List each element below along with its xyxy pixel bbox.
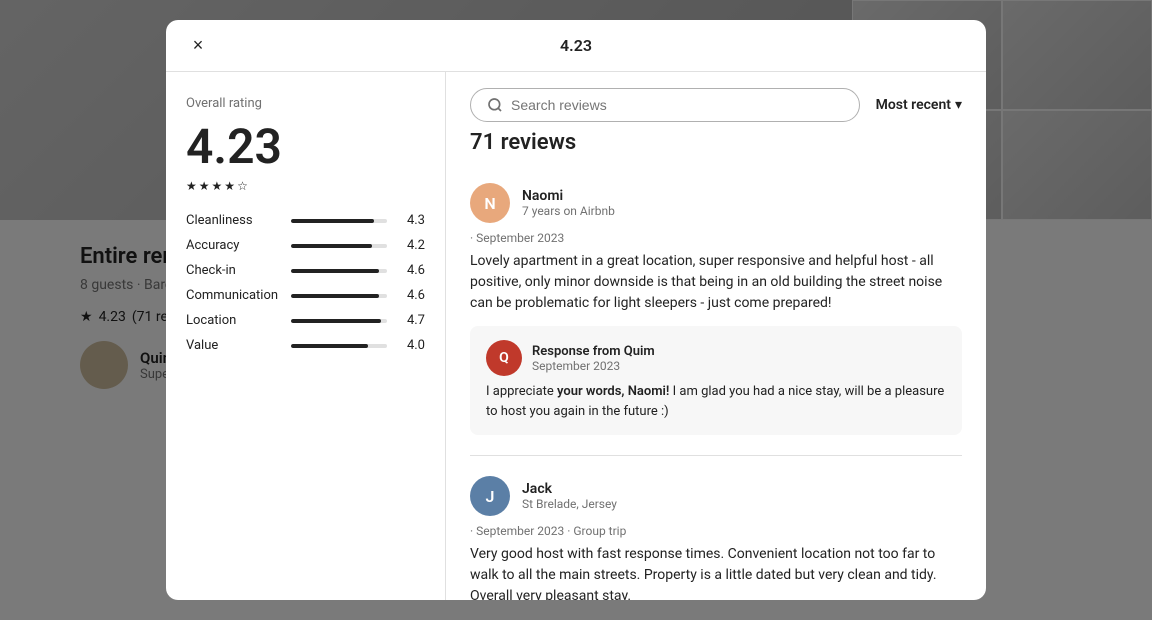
response-avatar-naomi: Q	[486, 340, 522, 376]
rating-bars: Cleanliness 4.3 Accuracy 4.2 Check-in 4.…	[186, 213, 425, 353]
reviewer-avatar-jack: J	[470, 476, 510, 516]
bar-fill-cleanliness	[291, 219, 374, 223]
search-wrapper	[470, 88, 860, 122]
overall-rating-label: Overall rating	[186, 96, 425, 111]
rating-panel: Overall rating 4.23 ★ ★ ★ ★ ☆ Cleanlines…	[166, 72, 446, 600]
response-date-naomi: September 2023	[532, 359, 655, 373]
reviews-list: N Naomi 7 years on Airbnb · September 20…	[446, 163, 986, 600]
modal-body: Overall rating 4.23 ★ ★ ★ ★ ☆ Cleanlines…	[166, 72, 986, 600]
rating-label-cleanliness: Cleanliness	[186, 213, 281, 228]
reviewer-info-naomi: Naomi 7 years on Airbnb	[522, 188, 962, 218]
reviewer-name-jack: Jack	[522, 481, 962, 497]
bar-fill-communication	[291, 294, 379, 298]
rating-score-value: 4.0	[397, 338, 425, 353]
rating-score-check-in: 4.6	[397, 263, 425, 278]
rating-score-communication: 4.6	[397, 288, 425, 303]
rating-score-location: 4.7	[397, 313, 425, 328]
reviewer-header-jack: J Jack St Brelade, Jersey	[470, 476, 962, 516]
sort-control[interactable]: Most recent ▾	[876, 97, 962, 113]
rating-row-location: Location 4.7	[186, 313, 425, 328]
reviews-count-number: 71 reviews	[470, 130, 576, 155]
reviews-count-label: 71 reviews	[446, 126, 986, 163]
reviews-modal: × 4.23 Overall rating 4.23 ★ ★ ★ ★ ☆ Cle…	[166, 20, 986, 600]
rating-label-communication: Communication	[186, 288, 281, 303]
search-input[interactable]	[511, 97, 843, 113]
sort-arrow-icon: ▾	[955, 97, 962, 113]
search-icon	[487, 97, 503, 113]
response-name-naomi: Response from Quim	[532, 344, 655, 359]
modal-header: × 4.23	[166, 20, 986, 72]
rating-label-accuracy: Accuracy	[186, 238, 281, 253]
review-item-naomi: N Naomi 7 years on Airbnb · September 20…	[470, 163, 962, 456]
bar-fill-accuracy	[291, 244, 372, 248]
rating-row-communication: Communication 4.6	[186, 288, 425, 303]
close-button[interactable]: ×	[182, 30, 214, 62]
rating-label-check-in: Check-in	[186, 263, 281, 278]
reviewer-info-jack: Jack St Brelade, Jersey	[522, 481, 962, 511]
sort-label: Most recent	[876, 97, 951, 113]
review-text-naomi: Lovely apartment in a great location, su…	[470, 251, 962, 314]
modal-overlay: × 4.23 Overall rating 4.23 ★ ★ ★ ★ ☆ Cle…	[0, 0, 1152, 620]
bar-track-check-in	[291, 269, 387, 273]
rating-row-accuracy: Accuracy 4.2	[186, 238, 425, 253]
response-block-naomi: Q Response from Quim September 2023 I ap…	[470, 326, 962, 435]
star-4: ★	[224, 179, 235, 193]
rating-row-check-in: Check-in 4.6	[186, 263, 425, 278]
bar-track-cleanliness	[291, 219, 387, 223]
star-2: ★	[199, 179, 210, 193]
review-date-naomi: · September 2023	[470, 231, 962, 245]
bar-track-accuracy	[291, 244, 387, 248]
rating-score-cleanliness: 4.3	[397, 213, 425, 228]
response-header-naomi: Q Response from Quim September 2023	[486, 340, 946, 376]
bar-fill-location	[291, 319, 381, 323]
reviewer-avatar-naomi: N	[470, 183, 510, 223]
reviews-panel: Most recent ▾ 71 reviews N Naomi 7 years…	[446, 72, 986, 600]
rating-row-cleanliness: Cleanliness 4.3	[186, 213, 425, 228]
overall-rating-score: 4.23	[186, 123, 425, 171]
reviewer-name-naomi: Naomi	[522, 188, 962, 204]
review-item-jack: J Jack St Brelade, Jersey · September 20…	[470, 456, 962, 600]
rating-row-value: Value 4.0	[186, 338, 425, 353]
response-text-naomi: I appreciate your words, Naomi! I am gla…	[486, 382, 946, 421]
reviewer-meta-naomi: 7 years on Airbnb	[522, 204, 962, 218]
review-text-jack: Very good host with fast response times.…	[470, 544, 962, 600]
bar-track-communication	[291, 294, 387, 298]
bar-fill-check-in	[291, 269, 379, 273]
rating-label-value: Value	[186, 338, 281, 353]
reviewer-header-naomi: N Naomi 7 years on Airbnb	[470, 183, 962, 223]
modal-title: 4.23	[560, 36, 592, 55]
star-5: ☆	[237, 179, 248, 193]
response-info-naomi: Response from Quim September 2023	[532, 344, 655, 373]
reviewer-meta-jack: St Brelade, Jersey	[522, 497, 962, 511]
star-3: ★	[212, 179, 223, 193]
rating-score-accuracy: 4.2	[397, 238, 425, 253]
review-date-jack: · September 2023 · Group trip	[470, 524, 962, 538]
star-display: ★ ★ ★ ★ ☆	[186, 179, 425, 193]
rating-label-location: Location	[186, 313, 281, 328]
bar-fill-value	[291, 344, 368, 348]
star-1: ★	[186, 179, 197, 193]
bar-track-location	[291, 319, 387, 323]
bar-track-value	[291, 344, 387, 348]
